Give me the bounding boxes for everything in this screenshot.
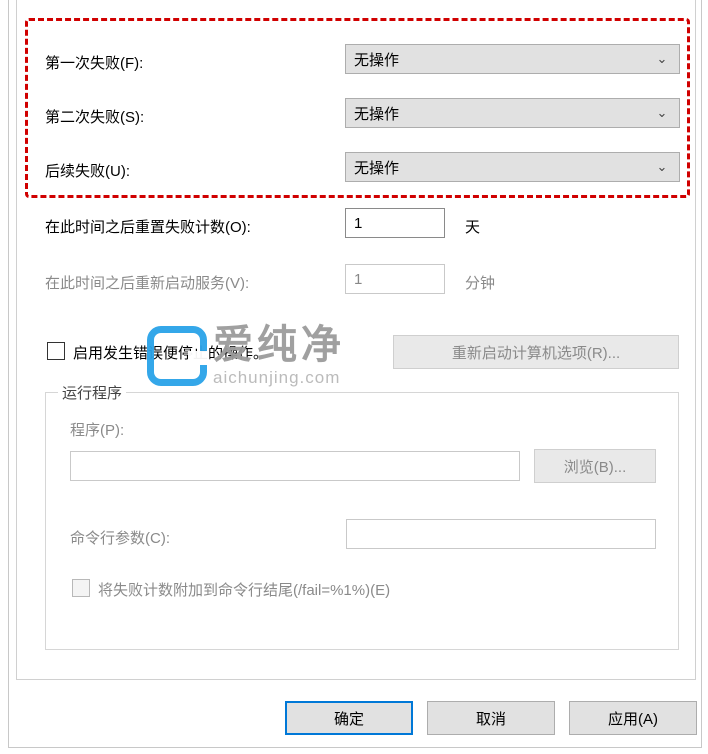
groupbox-run-program: 运行程序 程序(P): 浏览(B)... 命令行参数(C): 将失败计数附加到命…: [45, 392, 679, 650]
ok-button[interactable]: 确定: [285, 701, 413, 735]
groupbox-legend: 运行程序: [58, 382, 126, 403]
input-cmd-args: [346, 519, 656, 549]
select-subseq-failure[interactable]: 无操作 ⌄: [345, 152, 680, 182]
label-days-unit: 天: [465, 216, 480, 237]
chevron-down-icon: ⌄: [653, 51, 671, 67]
input-program-path: [70, 451, 520, 481]
button-label: 重新启动计算机选项(R)...: [452, 342, 620, 363]
watermark-en: aichunjing.com: [213, 369, 345, 386]
button-label: 取消: [476, 708, 506, 729]
button-label: 浏览(B)...: [564, 456, 627, 477]
input-restart-minutes: 1: [345, 264, 445, 294]
browse-button: 浏览(B)...: [534, 449, 656, 483]
restart-computer-options-button: 重新启动计算机选项(R)...: [393, 335, 679, 369]
select-value: 无操作: [354, 49, 653, 70]
chevron-down-icon: ⌄: [653, 105, 671, 121]
select-value: 无操作: [354, 157, 653, 178]
button-label: 应用(A): [608, 708, 658, 729]
input-reset-days[interactable]: 1: [345, 208, 445, 238]
label-minutes-unit: 分钟: [465, 272, 495, 293]
label-second-failure: 第二次失败(S):: [45, 106, 144, 127]
label-reset-counter: 在此时间之后重置失败计数(O):: [45, 216, 251, 237]
label-cmd-args: 命令行参数(C):: [70, 527, 170, 548]
tab-page: 第一次失败(F): 无操作 ⌄ 第二次失败(S): 无操作 ⌄ 后续失败(U):…: [16, 0, 696, 680]
label-enable-stop-actions: 启用发生错误便停止的操作。: [73, 342, 268, 363]
label-append-fail-count: 将失败计数附加到命令行结尾(/fail=%1%)(E): [98, 579, 390, 600]
chevron-down-icon: ⌄: [653, 159, 671, 175]
input-value: 1: [354, 271, 362, 288]
checkbox-append-fail-count: [72, 579, 90, 597]
select-first-failure[interactable]: 无操作 ⌄: [345, 44, 680, 74]
button-label: 确定: [334, 708, 364, 729]
label-program: 程序(P):: [70, 419, 124, 440]
label-first-failure: 第一次失败(F):: [45, 52, 143, 73]
cancel-button[interactable]: 取消: [427, 701, 555, 735]
select-second-failure[interactable]: 无操作 ⌄: [345, 98, 680, 128]
dialog-window: 第一次失败(F): 无操作 ⌄ 第二次失败(S): 无操作 ⌄ 后续失败(U):…: [8, 0, 702, 748]
dialog-button-bar: 确定 取消 应用(A): [9, 695, 701, 735]
apply-button[interactable]: 应用(A): [569, 701, 697, 735]
label-restart-after: 在此时间之后重新启动服务(V):: [45, 272, 249, 293]
input-value: 1: [354, 215, 362, 232]
label-subseq-failure: 后续失败(U):: [45, 160, 130, 181]
checkbox-enable-stop-actions[interactable]: [47, 342, 65, 360]
select-value: 无操作: [354, 103, 653, 124]
